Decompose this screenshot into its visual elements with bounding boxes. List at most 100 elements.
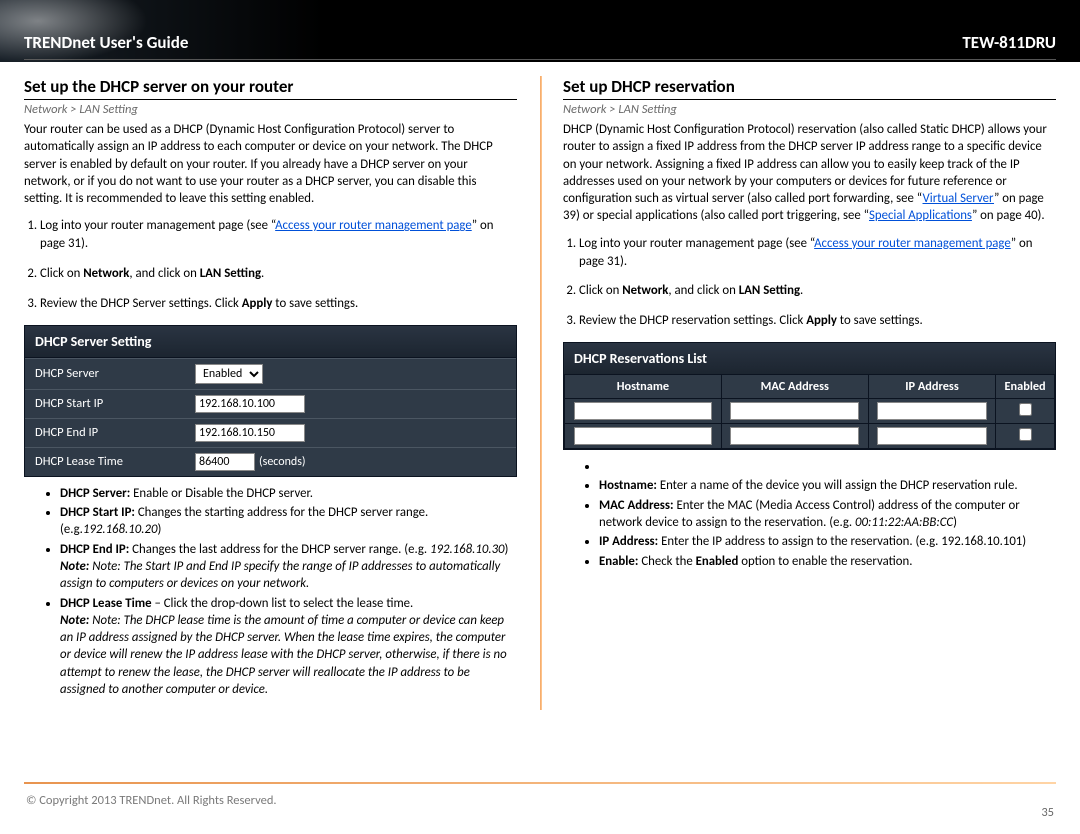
row-dhcp-end-ip: DHCP End IP	[25, 418, 516, 447]
t: )	[953, 515, 957, 530]
t: 192.168.10.30	[430, 542, 505, 557]
mac-address-input[interactable]	[730, 427, 859, 445]
label-dhcp-lease-time: DHCP Lease Time	[35, 454, 195, 469]
t: 00:11:22:AA:BB:CC	[855, 515, 953, 530]
intro-paragraph-right: DHCP (Dynamic Host Configuration Protoco…	[563, 121, 1056, 225]
header-model: TEW-811DRU	[962, 32, 1056, 53]
column-divider	[540, 76, 542, 710]
hostname-input[interactable]	[574, 427, 712, 445]
header-title: TRENDnet User's Guide	[24, 32, 188, 53]
breadcrumb-right: Network > LAN Setting	[563, 102, 1056, 117]
row-dhcp-server: DHCP Server Enabled	[25, 358, 516, 389]
dhcp-start-ip-input[interactable]	[195, 395, 305, 413]
table-row	[565, 399, 1055, 424]
t: Network	[83, 266, 129, 281]
t: MAC Address:	[599, 498, 674, 513]
t: Click on	[40, 266, 83, 281]
table-header-row: Hostname MAC Address IP Address Enabled	[565, 375, 1055, 399]
t: , and click on	[668, 283, 738, 298]
header-bar: TRENDnet User's Guide TEW-811DRU	[0, 0, 1080, 62]
dhcp-lease-time-input[interactable]	[195, 453, 255, 471]
enabled-checkbox[interactable]	[1019, 403, 1032, 416]
access-router-link-right[interactable]: Access your router management page	[814, 236, 1011, 251]
t: to save settings.	[272, 296, 358, 311]
note-label: Note:	[60, 559, 89, 574]
step-1-right: Log into your router management page (se…	[579, 235, 1056, 271]
virtual-server-link[interactable]: Virtual Server	[923, 191, 995, 206]
content-area: Set up the DHCP server on your router Ne…	[0, 62, 1080, 710]
note-text: Note: The Start IP and End IP specify th…	[60, 559, 500, 591]
section-heading-right: Set up DHCP reservation	[563, 76, 1056, 100]
label-dhcp-server: DHCP Server	[35, 366, 195, 381]
t: Apply	[242, 296, 273, 311]
special-applications-link[interactable]: Special Applications	[869, 208, 972, 223]
steps-list-left: Log into your router management page (se…	[24, 217, 517, 313]
mac-address-input[interactable]	[730, 402, 859, 420]
t: Network	[622, 283, 668, 298]
t: )	[157, 522, 161, 537]
footer-rule	[24, 782, 1056, 784]
t: , and click on	[129, 266, 199, 281]
right-column: Set up DHCP reservation Network > LAN Se…	[549, 76, 1056, 700]
t: Hostname:	[599, 478, 657, 493]
footer-page-number: 35	[1041, 805, 1054, 820]
dhcp-server-select[interactable]: Enabled	[195, 364, 263, 384]
t: to save settings.	[837, 313, 923, 328]
bullet-mac-address: MAC Address: Enter the MAC (Media Access…	[599, 497, 1056, 532]
t: Review the DHCP Server settings. Click	[40, 296, 242, 311]
t: DHCP Lease Time	[60, 596, 152, 611]
t: DHCP End IP:	[60, 542, 129, 557]
t: Enable:	[599, 554, 638, 569]
col-mac-address: MAC Address	[721, 375, 868, 399]
dhcp-server-bullets: DHCP Server: Enable or Disable the DHCP …	[24, 485, 517, 698]
bullet-dhcp-start-ip: DHCP Start IP: Changes the starting addr…	[60, 504, 517, 539]
bullet-dhcp-end-ip: DHCP End IP: Changes the last address fo…	[60, 541, 517, 593]
t: DHCP Server:	[60, 486, 130, 501]
step1-pretext: Log into your router management page (se…	[40, 218, 275, 233]
t: LAN Setting	[739, 283, 800, 298]
table-row	[565, 424, 1055, 449]
t: Check the	[638, 554, 695, 569]
bullet-ip-address: IP Address: Enter the IP address to assi…	[599, 533, 1056, 550]
section-heading-left: Set up the DHCP server on your router	[24, 76, 517, 100]
t: Enter the IP address to assign to the re…	[658, 534, 1026, 549]
col-ip-address: IP Address	[868, 375, 995, 399]
t: DHCP Start IP:	[60, 505, 135, 520]
dhcp-reservations-panel: DHCP Reservations List Hostname MAC Addr…	[563, 342, 1056, 450]
t: Enabled	[696, 554, 739, 569]
t: Log into your router management page (se…	[579, 236, 814, 251]
t: LAN Setting	[200, 266, 261, 281]
dhcp-reservations-table: Hostname MAC Address IP Address Enabled	[564, 374, 1055, 449]
t: 192.168.10.20	[83, 522, 158, 537]
t: .	[800, 283, 803, 298]
hostname-input[interactable]	[574, 402, 712, 420]
t: IP Address:	[599, 534, 658, 549]
dhcp-end-ip-input[interactable]	[195, 424, 305, 442]
reservation-bullets: Hostname: Enter a name of the device you…	[563, 458, 1056, 570]
row-dhcp-lease-time: DHCP Lease Time (seconds)	[25, 447, 516, 476]
t: option to enable the reservation.	[738, 554, 912, 569]
step-2-left: Click on Network, and click on LAN Setti…	[40, 265, 517, 283]
t: Click on	[579, 283, 622, 298]
t: )	[505, 542, 509, 557]
t: Enable or Disable the DHCP server.	[130, 486, 313, 501]
enabled-checkbox[interactable]	[1019, 428, 1032, 441]
col-hostname: Hostname	[565, 375, 722, 399]
access-router-link[interactable]: Access your router management page	[275, 218, 472, 233]
label-dhcp-start-ip: DHCP Start IP	[35, 396, 195, 411]
intro-paragraph-left: Your router can be used as a DHCP (Dynam…	[24, 121, 517, 207]
left-column: Set up the DHCP server on your router Ne…	[24, 76, 531, 700]
t: Enter a name of the device you will assi…	[657, 478, 1018, 493]
lease-suffix: (seconds)	[259, 455, 306, 469]
ip-address-input[interactable]	[877, 427, 987, 445]
bullet-enable: Enable: Check the Enabled option to enab…	[599, 553, 1056, 570]
label-dhcp-end-ip: DHCP End IP	[35, 425, 195, 440]
ip-address-input[interactable]	[877, 402, 987, 420]
steps-list-right: Log into your router management page (se…	[563, 235, 1056, 331]
t: Review the DHCP reservation settings. Cl…	[579, 313, 806, 328]
step-2-right: Click on Network, and click on LAN Setti…	[579, 282, 1056, 300]
note-label: Note:	[60, 613, 89, 628]
dhcp-reservations-title: DHCP Reservations List	[564, 343, 1055, 374]
step-3-right: Review the DHCP reservation settings. Cl…	[579, 312, 1056, 330]
breadcrumb-left: Network > LAN Setting	[24, 102, 517, 117]
